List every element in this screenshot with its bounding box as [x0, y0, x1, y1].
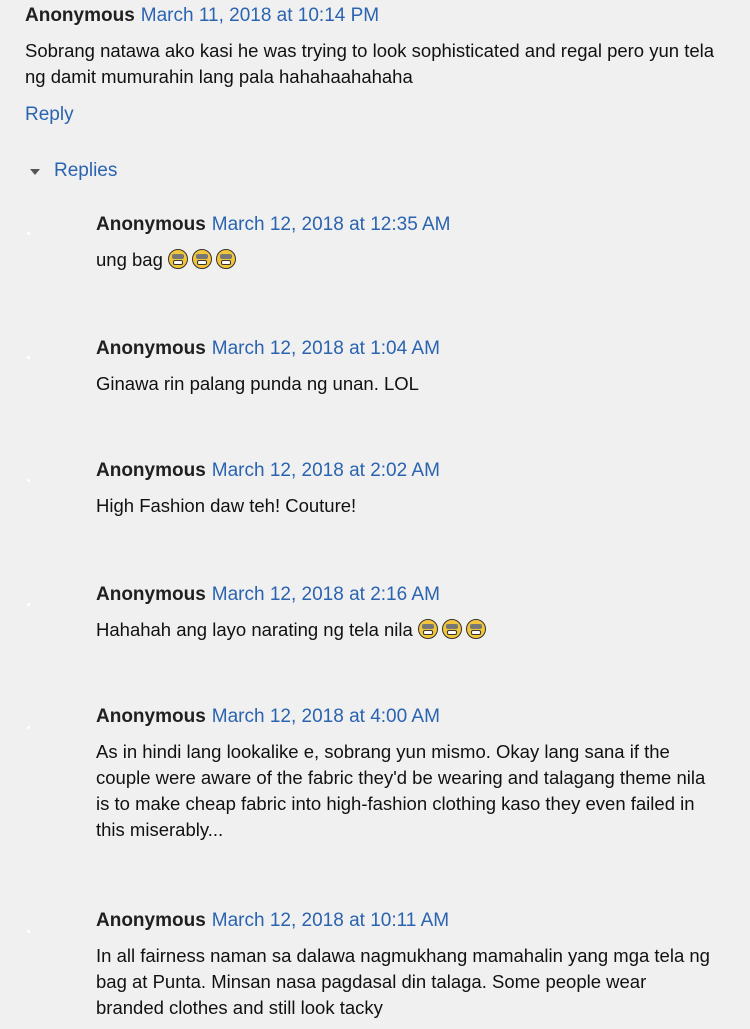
reply-header: Anonymous March 12, 2018 at 2:02 AM [96, 455, 716, 487]
bullet-icon [27, 603, 30, 606]
reply-author[interactable]: Anonymous [96, 910, 206, 931]
grinning-sweat-emoji-icon [465, 619, 486, 639]
reply-header: Anonymous March 12, 2018 at 1:04 AM [96, 333, 716, 365]
bullet-icon [27, 930, 30, 933]
reply-text: ung bag [96, 249, 163, 270]
comment-author[interactable]: Anonymous [25, 5, 135, 26]
bullet-icon [27, 232, 30, 235]
reply-author[interactable]: Anonymous [96, 338, 206, 359]
caret-down-icon [30, 169, 40, 175]
bullet-icon [27, 726, 30, 729]
reply-header: Anonymous March 12, 2018 at 2:16 AM [96, 579, 716, 611]
grinning-sweat-emoji-icon [168, 249, 189, 269]
reply-timestamp-link[interactable]: March 12, 2018 at 1:04 AM [212, 338, 440, 359]
reply-author[interactable]: Anonymous [96, 460, 206, 481]
reply-header: Anonymous March 12, 2018 at 10:11 AM [96, 905, 716, 937]
replies-toggle[interactable]: Replies [30, 160, 117, 182]
reply-body: As in hindi lang lookalike e, sobrang yu… [96, 741, 706, 840]
reply-timestamp-link[interactable]: March 12, 2018 at 10:11 AM [212, 910, 449, 931]
reply-body: High Fashion daw teh! Couture! [96, 495, 357, 516]
reply-item: Anonymous March 12, 2018 at 4:00 AM As in… [96, 701, 716, 843]
reply-author[interactable]: Anonymous [96, 584, 206, 605]
reply-author[interactable]: Anonymous [96, 214, 206, 235]
grinning-sweat-emoji-icon [417, 619, 438, 639]
reply-text: Hahahah ang layo narating ng tela nila [96, 619, 413, 640]
bullet-icon [27, 356, 30, 359]
reply-header: Anonymous March 12, 2018 at 12:35 AM [96, 209, 716, 241]
reply-item: Anonymous March 12, 2018 at 2:16 AM Hahah… [96, 579, 716, 643]
reply-timestamp-link[interactable]: March 12, 2018 at 2:16 AM [212, 584, 440, 605]
reply-body: In all fairness naman sa dalawa nagmukha… [96, 945, 710, 1018]
reply-item: Anonymous March 12, 2018 at 1:04 AM Ginaw… [96, 333, 716, 397]
grinning-sweat-emoji-icon [216, 249, 237, 269]
emoji-group [168, 247, 240, 273]
reply-timestamp-link[interactable]: March 12, 2018 at 4:00 AM [212, 706, 440, 727]
bullet-icon [27, 479, 30, 482]
reply-item: Anonymous March 12, 2018 at 10:11 AM In a… [96, 905, 716, 1021]
reply-body: Ginawa rin palang punda ng unan. LOL [96, 373, 419, 394]
comment-header: Anonymous March 11, 2018 at 10:14 PM [25, 0, 740, 32]
reply-item: Anonymous March 12, 2018 at 2:02 AM High … [96, 455, 716, 519]
replies-toggle-label: Replies [54, 160, 118, 181]
reply-link[interactable]: Reply [25, 104, 74, 126]
grinning-sweat-emoji-icon [441, 619, 462, 639]
comment-timestamp-link[interactable]: March 11, 2018 at 10:14 PM [141, 5, 379, 26]
grinning-sweat-emoji-icon [192, 249, 213, 269]
reply-header: Anonymous March 12, 2018 at 4:00 AM [96, 701, 716, 733]
reply-timestamp-link[interactable]: March 12, 2018 at 12:35 AM [212, 214, 451, 235]
reply-body: ung bag [96, 247, 716, 273]
reply-item: Anonymous March 12, 2018 at 12:35 AM ung … [96, 209, 716, 273]
reply-author[interactable]: Anonymous [96, 706, 206, 727]
emoji-group [417, 617, 490, 643]
comment-body: Sobrang natawa ako kasi he was trying to… [25, 40, 715, 87]
reply-body: Hahahah ang layo narating ng tela nila [96, 617, 716, 643]
reply-timestamp-link[interactable]: March 12, 2018 at 2:02 AM [212, 460, 440, 481]
top-comment: Anonymous March 11, 2018 at 10:14 PM Sobr… [25, 0, 740, 90]
